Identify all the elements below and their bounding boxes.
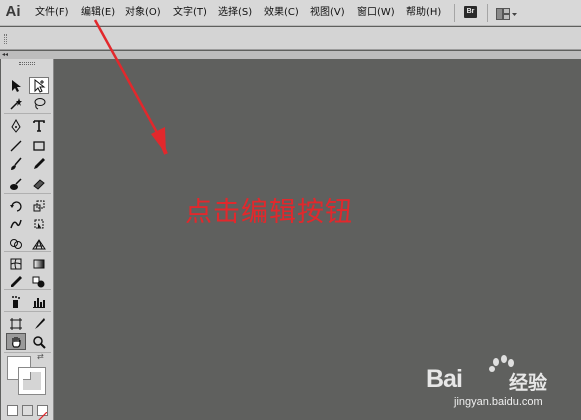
zoom-icon [33,335,46,349]
pen-tool[interactable] [6,117,26,134]
warp-icon [10,219,22,228]
pencil-tool[interactable] [29,155,49,172]
menu-separator [454,4,455,22]
direct-selection-icon [34,78,46,93]
tool-separator [4,193,51,194]
perspective-grid-icon [32,238,46,249]
menu-effect[interactable]: 效果(C) [264,5,299,21]
shape-builder-tool[interactable] [6,235,26,252]
free-transform-tool[interactable] [29,215,49,232]
warp-tool[interactable] [6,215,26,232]
tool-separator [4,289,51,290]
paintbrush-tool[interactable] [6,155,26,172]
eyedropper-icon [11,275,22,287]
eraser-icon [33,178,45,190]
workspace-switcher-button[interactable] [496,6,518,20]
watermark-brand: Bai [426,365,463,393]
rectangle-icon [33,140,45,151]
zoom-tool[interactable] [29,333,49,350]
blob-brush-icon [10,177,22,190]
symbol-sprayer-tool[interactable] [6,293,26,310]
app-logo: Ai [5,3,21,20]
bridge-button[interactable]: Br [464,6,477,18]
artboard-tool[interactable] [6,315,26,332]
menu-window[interactable]: 窗口(W) [357,5,395,21]
gradient-tool[interactable] [29,255,49,272]
rotate-icon [10,200,22,212]
menu-separator [487,4,488,22]
pen-icon [11,118,21,133]
direct-selection-tool[interactable] [29,77,49,94]
lasso-tool[interactable] [29,95,49,112]
fill-stroke-swatches[interactable]: ⇄ [5,352,49,398]
pencil-icon [34,157,45,169]
mesh-tool[interactable] [6,255,26,272]
color-mode-button[interactable] [7,405,18,416]
rotate-tool[interactable] [6,197,26,214]
annotation-text: 点击编辑按钮 [185,197,353,228]
blend-tool[interactable] [29,273,49,290]
hand-tool[interactable] [6,333,26,350]
menu-view[interactable]: 视图(V) [310,5,345,21]
eraser-tool[interactable] [29,175,49,192]
gradient-icon [33,259,45,268]
blob-brush-tool[interactable] [6,175,26,192]
menu-file[interactable]: 文件(F) [35,5,69,21]
perspective-grid-tool[interactable] [29,235,49,252]
none-mode-button[interactable] [37,405,48,420]
control-bar [0,27,581,50]
hand-icon [12,336,21,348]
scale-icon [33,200,45,211]
eyedropper-tool[interactable] [6,273,26,290]
illustrator-window: Ai 文件(F) 编辑(E) 对象(O) 文字(T) 选择(S) 效果(C) 视… [0,0,581,420]
watermark-brand-suffix: 经验 [509,372,548,394]
selection-icon [12,79,21,92]
slice-icon [35,317,45,329]
menu-bar: Ai 文件(F) 编辑(E) 对象(O) 文字(T) 选择(S) 效果(C) 视… [0,0,581,26]
type-icon [33,119,45,132]
shape-builder-icon [10,238,22,249]
line-segment-tool[interactable] [6,137,26,154]
tools-panel-grip[interactable] [19,62,35,65]
tool-separator [4,311,51,312]
menu-select[interactable]: 选择(S) [218,5,252,21]
control-bar-grip[interactable] [4,34,7,44]
blend-icon [32,276,45,287]
scale-tool[interactable] [29,197,49,214]
menu-object[interactable]: 对象(O) [125,5,161,21]
menu-help[interactable]: 帮助(H) [406,5,441,21]
none-icon [38,411,48,420]
collapse-panel-icon[interactable]: ◂◂ [2,51,8,59]
column-graph-tool[interactable] [29,293,49,310]
symbol-sprayer-icon [12,295,20,308]
tools-panel: ⇄ [1,59,54,420]
rectangle-tool[interactable] [29,137,49,154]
watermark-url: jingyan.baidu.com [454,396,543,408]
mesh-icon [10,258,22,269]
tool-separator [4,251,51,252]
magic-wand-tool[interactable] [6,95,26,112]
artboard-icon [10,317,22,330]
arrange-documents-icon [496,8,517,20]
menu-edit[interactable]: 编辑(E) [81,5,115,21]
swap-fill-stroke-icon[interactable]: ⇄ [37,352,44,361]
gradient-mode-button[interactable] [22,405,33,416]
stroke-swatch[interactable] [18,367,46,395]
panel-header-bar: ◂◂ [0,51,581,59]
paintbrush-icon [11,157,22,170]
slice-tool[interactable] [29,315,49,332]
selection-tool[interactable] [6,77,26,94]
tool-separator [4,113,51,114]
magic-wand-icon [10,97,22,110]
menu-type[interactable]: 文字(T) [173,5,207,21]
free-transform-icon [34,219,44,229]
type-tool[interactable] [29,117,49,134]
lasso-icon [34,97,46,109]
line-segment-icon [10,140,22,151]
column-graph-icon [33,297,45,308]
